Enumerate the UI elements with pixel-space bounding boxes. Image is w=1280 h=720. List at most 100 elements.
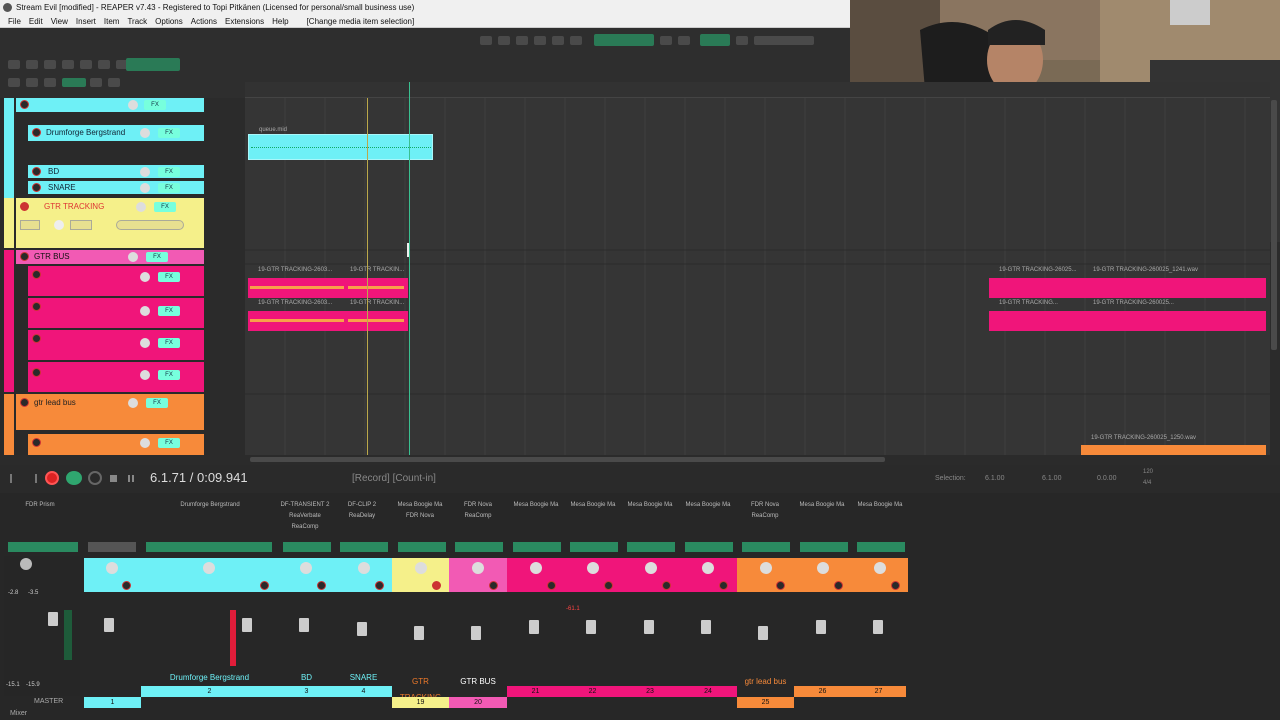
strip-fx-label[interactable]: Mesa Boogie Ma <box>508 500 564 511</box>
fx-button[interactable]: FX <box>158 272 180 282</box>
toolbar-button[interactable] <box>570 36 582 45</box>
track-drumforge[interactable]: Drumforge Bergstrand FX <box>28 125 204 141</box>
toolbar-button[interactable] <box>498 36 510 45</box>
strip-fx-label[interactable]: DF-TRANSIENT 2 ReaVerbate ReaComp <box>277 500 333 533</box>
record-arm-button[interactable] <box>32 334 41 343</box>
snap-toggle-button[interactable] <box>594 34 654 46</box>
volume-fader[interactable] <box>104 618 114 632</box>
volume-fader[interactable] <box>644 620 654 634</box>
media-item-gtr[interactable]: 19-GTR TRACKING... <box>989 300 1083 331</box>
record-arm-button[interactable] <box>32 128 41 137</box>
media-item-gtr[interactable]: 19-GTR TRACKING-2603... <box>248 300 346 331</box>
input-select[interactable] <box>20 220 40 230</box>
fx-button[interactable]: FX <box>158 306 180 316</box>
volume-knob[interactable] <box>140 128 150 138</box>
pan-knob[interactable] <box>645 562 657 574</box>
pan-knob[interactable] <box>415 562 427 574</box>
send-bar[interactable] <box>283 542 331 552</box>
grid-toggle-button[interactable] <box>126 58 180 71</box>
toolbar-button[interactable] <box>534 36 546 45</box>
menu-help[interactable]: Help <box>268 15 292 27</box>
strip-fx-label[interactable]: FDR Nova ReaComp <box>737 500 793 522</box>
pan-knob[interactable] <box>760 562 772 574</box>
record-arm-button[interactable] <box>662 581 671 590</box>
mixer-tab[interactable]: Mixer <box>10 710 27 717</box>
menu-edit[interactable]: Edit <box>25 15 47 27</box>
strip-fx-label[interactable]: Mesa Boogie Ma <box>852 500 908 511</box>
toolbar-toggle-button[interactable] <box>700 34 730 46</box>
volume-fader[interactable] <box>816 620 826 634</box>
loop-button[interactable] <box>88 471 102 485</box>
send-bar[interactable] <box>88 542 136 552</box>
toolbar-button[interactable] <box>26 60 38 69</box>
record-arm-button[interactable] <box>776 581 785 590</box>
pan-knob[interactable] <box>203 562 215 574</box>
menu-extensions[interactable]: Extensions <box>221 15 268 27</box>
strip-fx-label[interactable]: Mesa Boogie Ma <box>565 500 621 511</box>
pan-knob[interactable] <box>472 562 484 574</box>
fx-button[interactable]: FX <box>158 128 180 138</box>
toolbar-button[interactable] <box>98 60 110 69</box>
master-send-bar[interactable] <box>8 542 78 552</box>
toolbar-button[interactable] <box>108 78 120 87</box>
play-button[interactable] <box>66 471 82 485</box>
record-arm-button[interactable] <box>317 581 326 590</box>
toolbar-button[interactable] <box>736 36 748 45</box>
media-item-gtr[interactable]: 19-GTR TRACKING-2603... <box>248 267 346 298</box>
send-bar[interactable] <box>742 542 790 552</box>
bpm-field[interactable]: 120 <box>1143 469 1153 475</box>
menu-file[interactable]: File <box>4 15 25 27</box>
selection-end[interactable]: 6.1.00 <box>1042 475 1061 482</box>
pan-knob[interactable] <box>530 562 542 574</box>
selection-length[interactable]: 0.0.00 <box>1097 475 1116 482</box>
record-arm-button[interactable] <box>489 581 498 590</box>
send-bar[interactable] <box>570 542 618 552</box>
toolbar-button[interactable] <box>62 60 74 69</box>
volume-knob[interactable] <box>136 202 146 212</box>
record-arm-button[interactable] <box>32 438 41 447</box>
fx-button[interactable]: FX <box>158 167 180 177</box>
track-gtr-child-4[interactable]: FX <box>28 362 204 392</box>
record-arm-button[interactable] <box>20 202 29 211</box>
toolbar-button[interactable] <box>44 60 56 69</box>
track-snare[interactable]: SNARE FX <box>28 181 204 194</box>
pan-knob[interactable] <box>817 562 829 574</box>
pan-knob[interactable] <box>358 562 370 574</box>
track-gtr-child-3[interactable]: FX <box>28 330 204 360</box>
horizontal-scrollbar[interactable] <box>250 457 885 462</box>
volume-fader[interactable] <box>471 626 481 640</box>
record-arm-button[interactable] <box>32 183 41 192</box>
stop-button[interactable] <box>110 475 117 482</box>
send-bar[interactable] <box>800 542 848 552</box>
menu-track[interactable]: Track <box>123 15 151 27</box>
media-item-gtr[interactable]: 19-GTR TRACKING-260025... <box>1083 300 1266 331</box>
fx-button[interactable]: FX <box>146 398 168 408</box>
fx-button[interactable]: FX <box>158 338 180 348</box>
volume-knob[interactable] <box>140 167 150 177</box>
record-arm-button[interactable] <box>20 100 29 109</box>
volume-fader[interactable] <box>357 622 367 636</box>
master-fx-label[interactable]: FDR Prism <box>12 500 68 511</box>
record-arm-button[interactable] <box>20 398 29 407</box>
menu-insert[interactable]: Insert <box>72 15 100 27</box>
record-arm-button[interactable] <box>32 302 41 311</box>
volume-fader[interactable] <box>414 626 424 640</box>
record-arm-button[interactable] <box>122 581 131 590</box>
menu-options[interactable]: Options <box>151 15 187 27</box>
volume-fader[interactable] <box>701 620 711 634</box>
ripple-edit-button[interactable] <box>62 78 86 87</box>
toolbar-button[interactable] <box>80 60 92 69</box>
strip-fx-label[interactable]: Mesa Boogie Ma <box>794 500 850 511</box>
media-item-gtr[interactable]: 19-GTR TRACKING-26025... <box>989 267 1083 298</box>
track-gtr-child-1[interactable]: FX <box>28 266 204 296</box>
fx-button[interactable]: FX <box>154 202 176 212</box>
pan-knob[interactable] <box>106 562 118 574</box>
master-volume-fader[interactable] <box>48 612 58 626</box>
record-arm-button[interactable] <box>32 368 41 377</box>
vertical-scrollbar[interactable] <box>1271 100 1277 350</box>
toolbar-button[interactable] <box>678 36 690 45</box>
volume-knob[interactable] <box>128 398 138 408</box>
record-arm-button[interactable] <box>719 581 728 590</box>
strip-fx-label[interactable]: DF-CLIP 2 ReaDelay <box>334 500 390 522</box>
record-arm-button[interactable] <box>604 581 613 590</box>
